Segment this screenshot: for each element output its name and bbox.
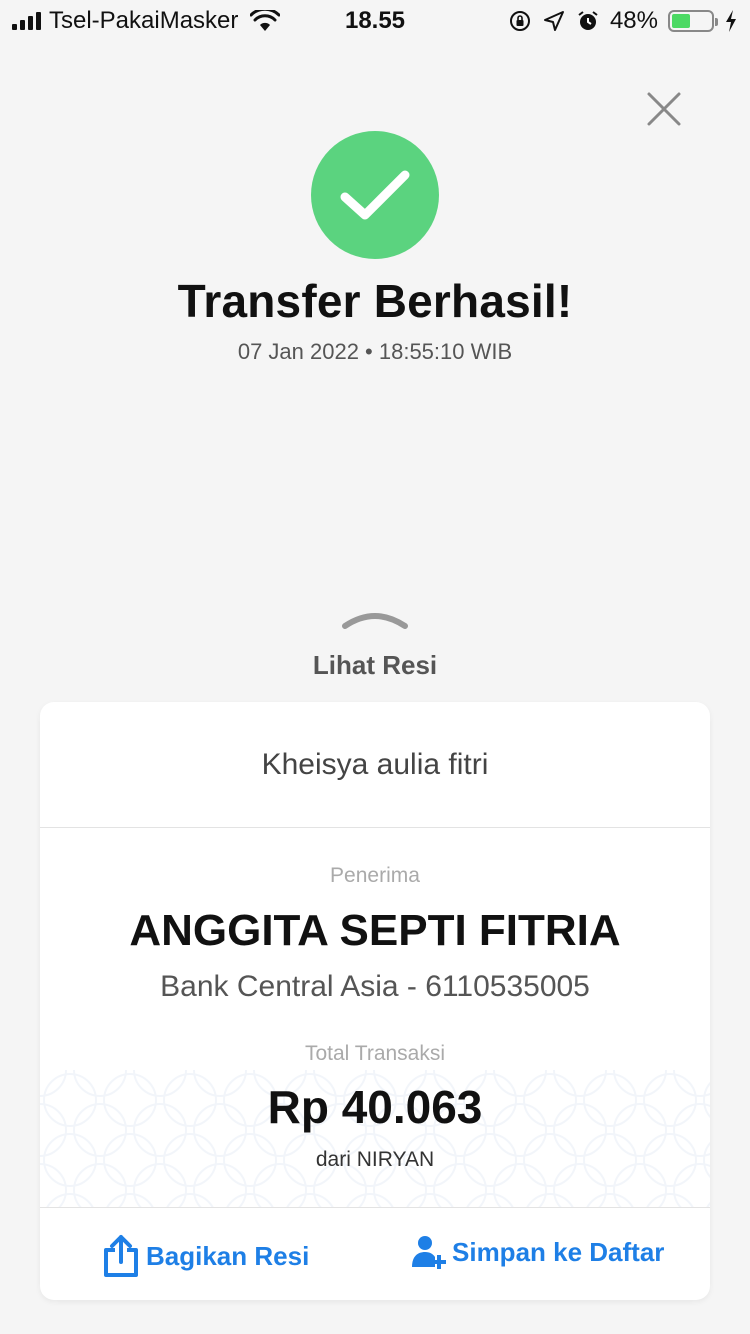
location-icon (543, 11, 564, 31)
success-check-icon (311, 131, 439, 259)
save-to-list-button[interactable]: Simpan ke Daftar (410, 1234, 664, 1270)
sender-name: Kheisya aulia fitri (40, 702, 710, 828)
receipt-card: Kheisya aulia fitri Penerima ANGGITA SEP… (40, 702, 710, 1300)
add-user-icon (412, 1236, 446, 1269)
view-receipt-button[interactable]: Lihat Resi (0, 650, 750, 681)
recipient-name: ANGGITA SEPTI FITRIA (129, 906, 621, 955)
recipient-bank-account: Bank Central Asia - 6110535005 (160, 970, 590, 1003)
sender-account: dari NIRYAN (315, 1148, 435, 1171)
save-to-list-label: Simpan ke Daftar (452, 1236, 665, 1267)
battery-icon (668, 10, 718, 32)
total-label: Total Transaksi (304, 1042, 446, 1065)
battery-percent: 48% (609, 7, 658, 34)
checkmark-icon (340, 170, 410, 220)
share-icon (104, 1235, 138, 1277)
recipient-label: Penerima (330, 864, 420, 887)
orientation-lock-icon (509, 11, 530, 31)
status-right: 48% (508, 7, 738, 35)
share-receipt-label: Bagikan Resi (146, 1240, 310, 1271)
card-actions: Bagikan Resi Simpan ke Daftar (40, 1207, 710, 1300)
close-icon[interactable] (645, 90, 683, 128)
transaction-datetime: 07 Jan 2022 • 18:55:10 WIB (237, 339, 513, 364)
share-receipt-button[interactable]: Bagikan Resi (102, 1234, 309, 1278)
battery-level-fill (672, 14, 691, 28)
status-bar: Tsel-PakaiMasker 18.55 48% (0, 0, 750, 42)
alarm-icon (578, 11, 598, 30)
page-title: Transfer Berhasil! (177, 275, 573, 327)
charging-icon (726, 10, 736, 32)
chevron-up-icon[interactable] (340, 604, 410, 632)
transfer-success-screen: Tsel-PakaiMasker 18.55 48% Transfer Berh… (0, 0, 750, 1334)
battery-cap (715, 18, 718, 26)
transaction-amount: Rp 40.063 (267, 1081, 483, 1133)
